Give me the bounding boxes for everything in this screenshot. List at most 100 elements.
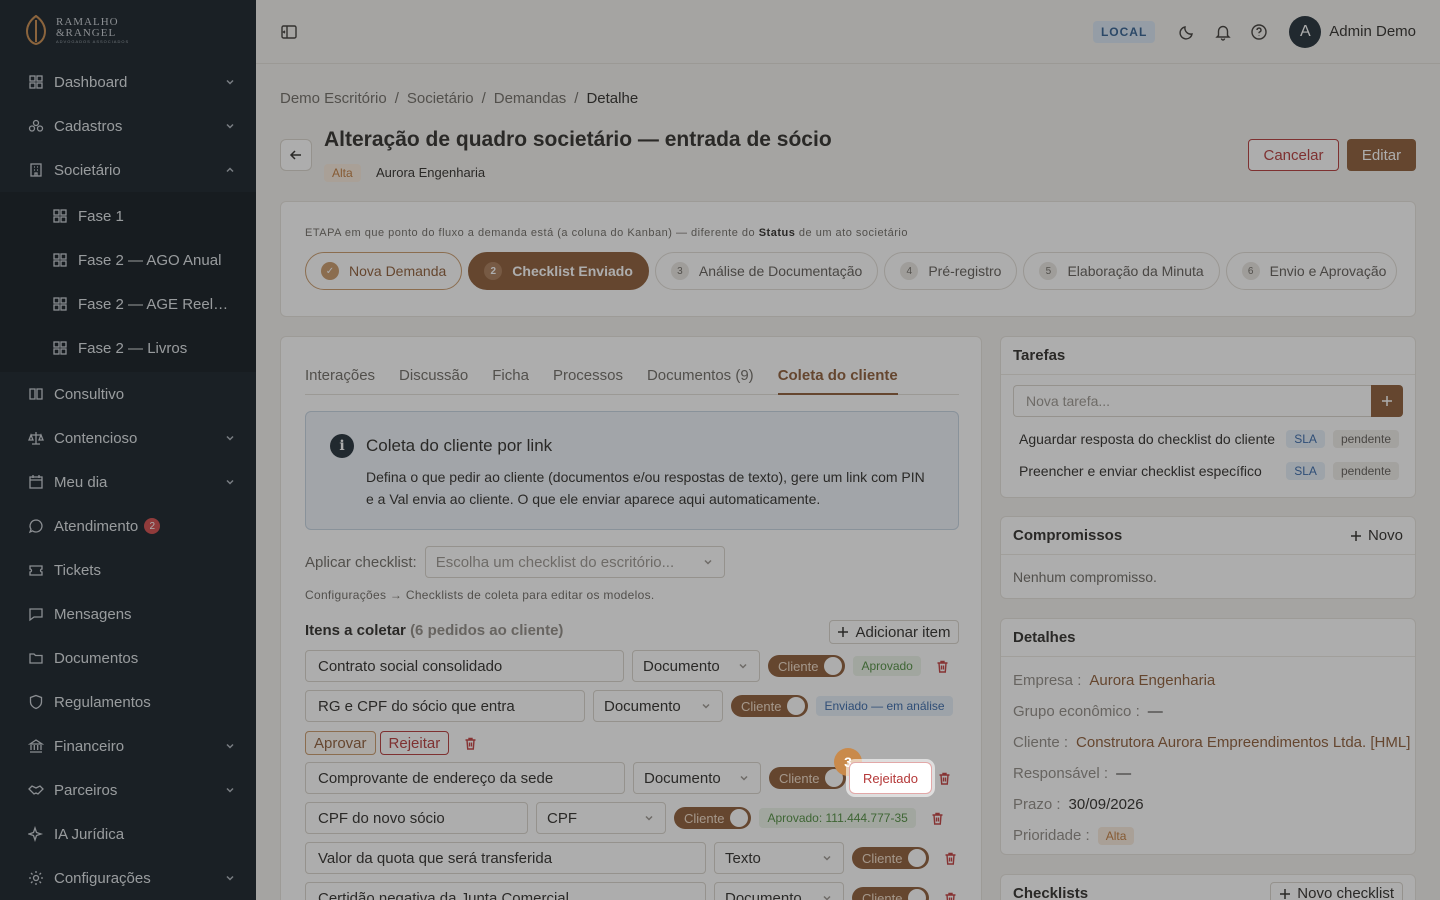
client-toggle[interactable]: Cliente [731,695,809,717]
sidebar-item-label: Documentos [54,649,139,667]
edit-button[interactable]: Editar [1347,139,1416,171]
sidebar-item-label: Societário [54,161,121,179]
item-name-input[interactable]: Certidão negativa da Junta Comercial [305,882,706,900]
detail-row-cliente: Cliente : Construtora Aurora Empreendimen… [1013,734,1411,751]
client-toggle[interactable]: Cliente [769,767,847,789]
sidebar-item-regulamentos[interactable]: Regulamentos [0,680,256,724]
sidebar-item-consultivo[interactable]: Consultivo [0,372,256,416]
tab-coleta-cliente[interactable]: Coleta do cliente [777,367,898,395]
stage-step-pre-registro[interactable]: 4 Pré-registro [884,252,1018,290]
help-icon[interactable] [1250,23,1268,41]
brand-logo[interactable]: RAMALHO &RANGEL ADVOGADOS ASSOCIADOS [0,0,256,60]
commitments-card: Compromissos Novo Nenhum compromisso. [1000,516,1416,599]
new-task-row: Nova tarefa... [1013,385,1403,417]
item-name-input[interactable]: Comprovante de endereço da sede [305,762,625,794]
sidebar-item-configuracoes[interactable]: Configurações [0,856,256,900]
item-name-input[interactable]: RG e CPF do sócio que entra [305,690,585,722]
sidebar-subitem-fase-1[interactable]: Fase 1 [0,194,256,238]
detail-row-grupo: Grupo econômico : — [1013,703,1163,720]
sidebar-item-societario[interactable]: Societário [0,148,256,192]
trash-icon[interactable] [937,771,952,786]
client-toggle[interactable]: Cliente [852,847,930,869]
stage-step-checklist-enviado[interactable]: 2 Checklist Enviado [468,252,649,290]
client-toggle[interactable]: Cliente [768,655,846,677]
task-item[interactable]: Preencher e enviar checklist específico … [1001,455,1415,487]
tab-discussao[interactable]: Discussão [399,367,468,394]
item-type-select[interactable]: Documento [593,690,723,722]
sidebar-item-documentos[interactable]: Documentos [0,636,256,680]
stage-step-envio[interactable]: 6 Envio e Aprovação [1225,252,1397,290]
sidebar-toggle-icon[interactable] [280,23,298,41]
details-card: Detalhes Empresa : Aurora Engenharia Grup… [1000,618,1416,855]
tab-interacoes[interactable]: Interações [305,367,375,394]
trash-icon[interactable] [943,891,958,900]
breadcrumb-link[interactable]: Societário [407,90,474,107]
checklist-select[interactable]: Escolha um checklist do escritório... [424,546,725,578]
sidebar-item-label: Contencioso [54,429,138,447]
sidebar-item-parceiros[interactable]: Parceiros [0,768,256,812]
chevron-down-icon [226,479,234,485]
chevron-down-icon [226,435,234,441]
tab-processos[interactable]: Processos [553,367,623,394]
sidebar-item-atendimento[interactable]: Atendimento 2 [0,504,256,548]
trash-icon[interactable] [930,811,945,826]
bell-icon[interactable] [1214,23,1232,41]
company-name[interactable]: Aurora Engenharia [376,165,485,180]
sidebar-item-tickets[interactable]: Tickets [0,548,256,592]
user-name[interactable]: Admin Demo [1329,23,1416,40]
item-type-select[interactable]: Documento [632,650,760,682]
stage-step-analise[interactable]: 3 Análise de Documentação [654,252,879,290]
sidebar-item-label: IA Jurídica [54,825,125,843]
add-item-button[interactable]: Adicionar item [829,620,959,644]
trash-icon[interactable] [943,851,958,866]
breadcrumb-link[interactable]: Demo Escritório [280,90,387,107]
add-task-button[interactable] [1371,385,1403,417]
config-note[interactable]: Configurações → Checklists de coleta par… [305,588,655,602]
stage-step-minuta[interactable]: 5 Elaboração da Minuta [1023,252,1220,290]
item-type-select[interactable]: CPF [536,802,666,834]
moon-icon[interactable] [1178,23,1196,41]
sidebar-subitem-fase-2-livros[interactable]: Fase 2 — Livros [0,326,256,370]
item-name-input[interactable]: Contrato social consolidado [305,650,624,682]
reject-button[interactable]: Rejeitar [379,731,450,755]
chevron-down-icon [226,123,234,129]
sidebar-item-dashboard[interactable]: Dashboard [0,60,256,104]
tab-ficha[interactable]: Ficha [492,367,529,394]
collect-item-row: RG e CPF do sócio que entra Documento Cl… [305,690,953,722]
cancel-button[interactable]: Cancelar [1248,139,1339,171]
item-name-input[interactable]: CPF do novo sócio [305,802,528,834]
sidebar-subitem-fase-2-ago[interactable]: Fase 2 — AGO Anual [0,238,256,282]
back-button[interactable] [280,139,312,171]
item-type-select[interactable]: Texto [714,842,844,874]
avatar[interactable]: A [1289,15,1322,48]
check-icon: ✓ [321,262,339,280]
sidebar-item-contencioso[interactable]: Contencioso [0,416,256,460]
item-name-input[interactable]: Valor da quota que será transferida [305,842,706,874]
sidebar-subitem-label: Fase 2 — AGO Anual [78,251,222,269]
client-toggle[interactable]: Cliente [674,807,752,829]
stage-step-nova-demanda[interactable]: ✓ Nova Demanda [305,252,463,290]
rejected-status-badge[interactable]: Rejeitado [849,762,932,794]
task-item[interactable]: Aguardar resposta do checklist do client… [1001,423,1415,455]
approve-button[interactable]: Aprovar [305,731,376,755]
new-checklist-button[interactable]: Novo checklist [1270,882,1403,900]
item-type-select[interactable]: Documento [633,762,761,794]
sidebar-item-mensagens[interactable]: Mensagens [0,592,256,636]
client-toggle[interactable]: Cliente [852,887,930,900]
new-task-input[interactable]: Nova tarefa... [1013,385,1371,417]
status-badge: Enviado — em análise [816,696,953,716]
sidebar-item-cadastros[interactable]: Cadastros [0,104,256,148]
tab-documentos[interactable]: Documentos (9) [647,367,754,394]
trash-icon[interactable] [935,659,950,674]
sidebar-item-ia-juridica[interactable]: IA Jurídica [0,812,256,856]
item-type-select[interactable]: Documento [714,882,844,900]
breadcrumb-link[interactable]: Demandas [494,90,567,107]
sidebar-item-label: Tickets [54,561,101,579]
info-text: Defina o que pedir ao cliente (documento… [366,469,925,507]
sidebar-item-meu-dia[interactable]: Meu dia [0,460,256,504]
plus-icon [1382,396,1392,406]
sidebar-subitem-fase-2-age[interactable]: Fase 2 — AGE Reeleição [0,282,256,326]
new-commitment-button[interactable]: Novo [1350,527,1403,544]
sidebar-item-financeiro[interactable]: Financeiro [0,724,256,768]
trash-icon[interactable] [463,736,478,751]
